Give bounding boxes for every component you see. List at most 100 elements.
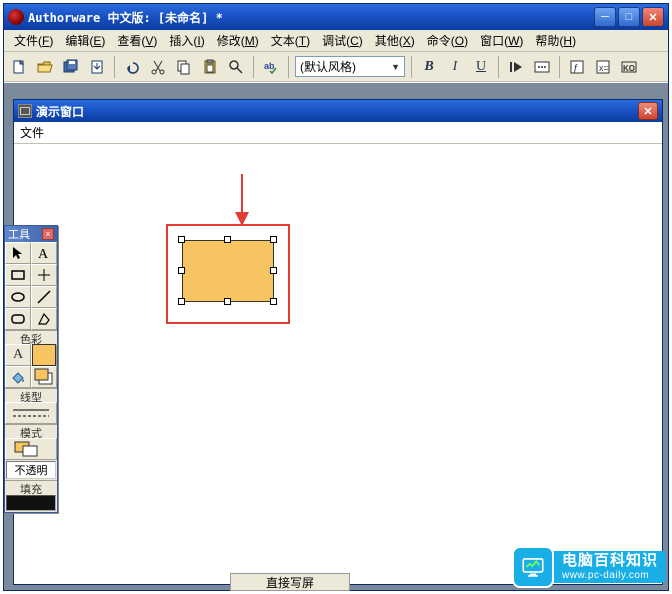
open-button[interactable] xyxy=(34,56,56,78)
import-button[interactable] xyxy=(86,56,108,78)
find-button[interactable] xyxy=(225,56,247,78)
titlebar: Authorware 中文版: [未命名] * ─ □ ✕ xyxy=(4,4,668,30)
rectangle-shape[interactable] xyxy=(182,240,274,302)
new-button[interactable] xyxy=(8,56,30,78)
watermark-logo-icon xyxy=(512,546,554,588)
control-panel-button[interactable] xyxy=(531,56,553,78)
mode-swatch[interactable] xyxy=(5,438,57,460)
pointer-tool[interactable] xyxy=(5,242,31,264)
fill-pattern-swatch[interactable] xyxy=(6,495,56,511)
toolbar: ab (默认风格) ▼ B I U ƒ x= KO xyxy=(4,52,668,82)
ellipse-tool[interactable] xyxy=(5,286,31,308)
minimize-button[interactable]: ─ xyxy=(594,7,616,27)
annotation-arrow-icon xyxy=(232,174,252,226)
svg-text:ƒ: ƒ xyxy=(573,63,579,74)
restart-button[interactable] xyxy=(505,56,527,78)
knowledge-button[interactable]: KO xyxy=(618,56,640,78)
polygon-tool[interactable] xyxy=(31,308,57,330)
save-all-button[interactable] xyxy=(60,56,82,78)
menu-w[interactable]: 窗口(W) xyxy=(474,30,529,51)
spellcheck-button[interactable]: ab xyxy=(260,56,282,78)
menu-v[interactable]: 查看(V) xyxy=(111,30,163,51)
menu-x[interactable]: 其他(X) xyxy=(369,30,421,51)
main-window: Authorware 中文版: [未命名] * ─ □ ✕ 文件(F)编辑(E)… xyxy=(3,3,669,591)
diagonal-line-tool[interactable] xyxy=(31,286,57,308)
close-button[interactable]: ✕ xyxy=(642,7,664,27)
line-style-swatch[interactable] xyxy=(5,402,57,424)
resize-handle-nw[interactable] xyxy=(178,236,185,243)
undo-button[interactable] xyxy=(121,56,143,78)
menu-i[interactable]: 插入(I) xyxy=(163,30,210,51)
text-tool[interactable]: A xyxy=(31,242,57,264)
watermark-brand: 电脑百科知识 xyxy=(562,553,658,570)
presentation-icon xyxy=(18,104,32,118)
svg-text:ab: ab xyxy=(264,61,275,71)
line-tool[interactable] xyxy=(31,264,57,286)
separator-icon xyxy=(253,56,254,78)
style-select-value: (默认风格) xyxy=(300,58,356,75)
presentation-close-button[interactable]: ✕ xyxy=(638,102,658,120)
resize-handle-sw[interactable] xyxy=(178,298,185,305)
palette-close-button[interactable]: × xyxy=(42,228,54,240)
svg-text:x=: x= xyxy=(599,63,609,73)
palette-section-line: 线型 xyxy=(5,388,57,402)
variables-button[interactable]: x= xyxy=(592,56,614,78)
svg-text:A: A xyxy=(38,247,49,261)
maximize-button[interactable]: □ xyxy=(618,7,640,27)
resize-handle-se[interactable] xyxy=(270,298,277,305)
app-icon xyxy=(8,9,24,25)
palette-titlebar[interactable]: 工具 × xyxy=(5,226,57,242)
status-caption: 直接写屏 xyxy=(230,573,350,591)
watermark-badge: 电脑百科知识 www.pc-daily.com xyxy=(512,546,666,588)
resize-handle-s[interactable] xyxy=(224,298,231,305)
menu-c[interactable]: 调试(C) xyxy=(316,30,369,51)
paste-button[interactable] xyxy=(199,56,221,78)
menu-t[interactable]: 文本(T) xyxy=(265,30,316,51)
functions-button[interactable]: ƒ xyxy=(566,56,588,78)
separator-icon xyxy=(498,56,499,78)
presentation-title: 演示窗口 xyxy=(36,103,638,120)
rectangle-tool[interactable] xyxy=(5,264,31,286)
line-color-swatch[interactable] xyxy=(5,366,31,388)
app-title: Authorware 中文版: [未命名] * xyxy=(28,9,594,26)
italic-button[interactable]: I xyxy=(444,56,466,78)
fill-color-swatch[interactable] xyxy=(31,344,57,366)
palette-section-mode: 模式 xyxy=(5,424,57,438)
menu-f[interactable]: 文件(F) xyxy=(8,30,59,51)
palette-section-fill: 填充 xyxy=(5,480,57,494)
presentation-menu-file[interactable]: 文件 xyxy=(20,124,44,141)
mdi-client-area: 演示窗口 ✕ 文件 xyxy=(4,82,668,590)
bg-fg-swatch[interactable] xyxy=(31,366,57,388)
presentation-canvas[interactable] xyxy=(14,144,662,584)
underline-button[interactable]: U xyxy=(470,56,492,78)
style-select[interactable]: (默认风格) ▼ xyxy=(295,56,405,77)
palette-title-text: 工具 xyxy=(8,226,30,242)
presentation-titlebar: 演示窗口 ✕ xyxy=(14,100,662,122)
watermark-url: www.pc-daily.com xyxy=(562,570,658,581)
resize-handle-w[interactable] xyxy=(178,267,185,274)
presentation-window: 演示窗口 ✕ 文件 xyxy=(13,99,663,585)
resize-handle-ne[interactable] xyxy=(270,236,277,243)
rounded-rect-tool[interactable] xyxy=(5,308,31,330)
tools-palette: 工具 × A 色彩 A 线型 模式 不透明 填充 xyxy=(4,225,58,513)
copy-button[interactable] xyxy=(173,56,195,78)
separator-icon xyxy=(559,56,560,78)
menu-h[interactable]: 帮助(H) xyxy=(529,30,582,51)
menubar: 文件(F)编辑(E)查看(V)插入(I)修改(M)文本(T)调试(C)其他(X)… xyxy=(4,30,668,52)
presentation-menubar: 文件 xyxy=(14,122,662,144)
bold-button[interactable]: B xyxy=(418,56,440,78)
mode-value[interactable]: 不透明 xyxy=(6,461,56,479)
menu-o[interactable]: 命令(O) xyxy=(421,30,474,51)
svg-text:KO: KO xyxy=(623,64,635,73)
menu-m[interactable]: 修改(M) xyxy=(211,30,265,51)
chevron-down-icon: ▼ xyxy=(391,62,400,72)
separator-icon xyxy=(411,56,412,78)
palette-section-color: 色彩 xyxy=(5,330,57,344)
separator-icon xyxy=(288,56,289,78)
menu-e[interactable]: 编辑(E) xyxy=(59,30,111,51)
separator-icon xyxy=(114,56,115,78)
text-color-swatch[interactable]: A xyxy=(5,344,31,366)
cut-button[interactable] xyxy=(147,56,169,78)
resize-handle-e[interactable] xyxy=(270,267,277,274)
resize-handle-n[interactable] xyxy=(224,236,231,243)
